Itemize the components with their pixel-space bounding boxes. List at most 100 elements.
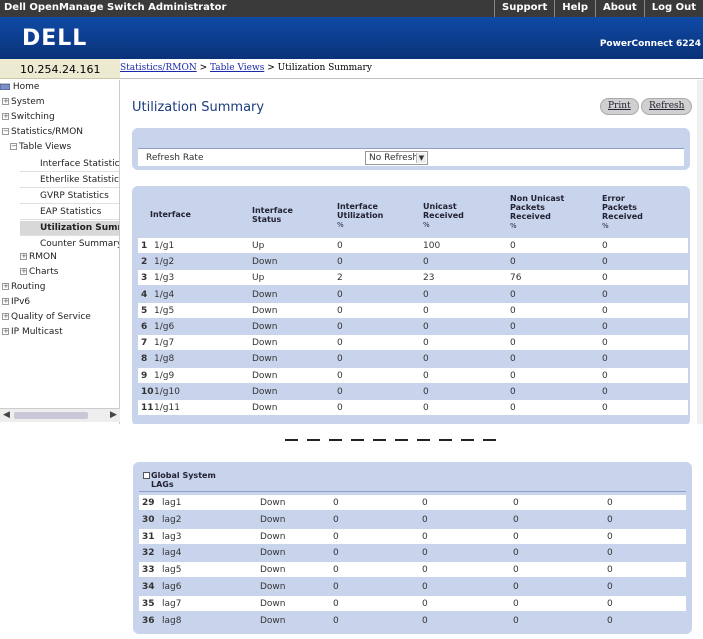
table-row[interactable]: 3 1/g3 Up 2 23 76 0 (138, 270, 688, 286)
sidebar-item-table-views[interactable]: − Table Views (10, 142, 71, 152)
breadcrumb-current: Utilization Summary (277, 63, 372, 73)
cell-nonuni: 0 (510, 305, 516, 316)
breadcrumb-trail: Statistics/RMON > Table Views > Utilizat… (120, 63, 372, 73)
table-row[interactable]: 8 1/g8 Down 0 0 0 0 (138, 351, 688, 367)
cell-unicast: 0 (423, 403, 429, 413)
expand-icon[interactable]: + (2, 313, 9, 320)
cell-util: 0 (333, 615, 339, 626)
table-row[interactable]: 30 lag2 Down 0 0 0 0 (139, 511, 686, 527)
sidebar-item-ip-multicast[interactable]: + IP Multicast (2, 327, 63, 337)
cell-error: 0 (602, 305, 608, 316)
sidebar-item-label: Charts (29, 267, 59, 277)
sidebar-item-counter-summary[interactable]: Counter Summary (20, 237, 120, 251)
cell-status: Down (252, 386, 278, 397)
sidebar-item-label: Statistics/RMON (11, 127, 84, 137)
chevron-down-icon[interactable]: ▼ (416, 153, 426, 163)
cell-idx: 34 (142, 582, 155, 592)
cell-unicast: 0 (423, 257, 429, 268)
sidebar-item-switching[interactable]: + Switching (2, 112, 55, 122)
breadcrumb-table-views-link[interactable]: Table Views (210, 63, 264, 73)
table-row[interactable]: 2 1/g2 Down 0 0 0 0 (138, 254, 688, 270)
table-row[interactable]: 6 1/g6 Down 0 0 0 0 (138, 319, 688, 334)
table-row[interactable]: 35 lag7 Down 0 0 0 0 (139, 595, 686, 611)
expand-icon[interactable]: + (2, 328, 9, 335)
header-error-packets: Error Packets Received% (602, 194, 643, 230)
logout-link[interactable]: Log Out (643, 0, 703, 17)
collapse-icon[interactable]: − (10, 143, 17, 150)
omitted-rows-separator (285, 439, 496, 441)
global-system-checkbox[interactable] (143, 472, 150, 479)
table-row[interactable]: 31 lag3 Down 0 0 0 0 (139, 528, 686, 544)
refresh-rate-panel: Refresh Rate No Refresh ▼ (132, 128, 690, 170)
table-row[interactable]: 11 1/g11 Down 0 0 0 0 (138, 400, 688, 415)
table-row[interactable]: 10 1/g10 Down 0 0 0 0 (138, 383, 688, 399)
cell-iface: lag2 (162, 514, 182, 525)
cell-util: 0 (337, 257, 343, 268)
cell-error: 0 (607, 548, 613, 559)
cell-error: 0 (602, 354, 608, 365)
about-link[interactable]: About (595, 0, 644, 17)
cell-idx: 11 (141, 403, 154, 413)
table-row[interactable]: 32 lag4 Down 0 0 0 0 (139, 545, 686, 561)
sidebar-item-utilization-summary[interactable]: Utilization Summa (20, 221, 119, 236)
scrollbar-thumb[interactable] (14, 412, 88, 419)
table-row[interactable]: 9 1/g9 Down 0 0 0 0 (138, 367, 688, 383)
sidebar-item-rmon[interactable]: + RMON (20, 252, 57, 262)
sidebar-horizontal-scrollbar[interactable]: ◀ ▶ (0, 408, 120, 422)
refresh-rate-label: Refresh Rate (146, 153, 204, 163)
main-vertical-scrollbar[interactable] (697, 80, 703, 424)
cell-iface: 1/g6 (154, 322, 175, 332)
sidebar-item-interface-statistics[interactable]: Interface Statistics (20, 157, 119, 172)
table-row[interactable]: 4 1/g4 Down 0 0 0 0 (138, 286, 688, 302)
expand-icon[interactable]: + (20, 268, 27, 275)
sidebar-item-ipv6[interactable]: + IPv6 (2, 297, 30, 307)
scroll-left-icon[interactable]: ◀ (3, 410, 10, 420)
cell-status: Down (260, 514, 286, 525)
table-row[interactable]: 5 1/g5 Down 0 0 0 0 (138, 302, 688, 318)
sidebar-item-routing[interactable]: + Routing (2, 282, 46, 292)
refresh-rate-select[interactable]: No Refresh ▼ (365, 151, 428, 165)
top-links: Support Help About Log Out (494, 0, 703, 17)
cell-status: Up (252, 273, 265, 284)
sidebar-item-home[interactable]: Home (0, 82, 39, 92)
expand-icon[interactable]: + (2, 283, 9, 290)
table-row[interactable]: 34 lag6 Down 0 0 0 0 (139, 579, 686, 594)
help-link[interactable]: Help (554, 0, 595, 17)
scroll-right-icon[interactable]: ▶ (110, 410, 117, 420)
cell-nonuni: 0 (513, 582, 519, 592)
table-row[interactable]: 7 1/g7 Down 0 0 0 0 (138, 335, 688, 351)
sidebar-item-gvrp-statistics[interactable]: GVRP Statistics (20, 189, 119, 204)
cell-error: 0 (602, 273, 608, 284)
cell-status: Down (252, 289, 278, 300)
collapse-icon[interactable]: − (2, 128, 9, 135)
sidebar-item-eap-statistics[interactable]: EAP Statistics (20, 205, 119, 220)
cell-error: 0 (607, 498, 613, 508)
table-row[interactable]: 33 lag5 Down 0 0 0 0 (139, 562, 686, 578)
refresh-button[interactable]: Refresh (641, 98, 693, 115)
lag-table-header: Global System LAGs (143, 471, 216, 489)
expand-icon[interactable]: + (2, 298, 9, 305)
sidebar-item-system[interactable]: + System (2, 97, 45, 107)
table-row[interactable]: 29 lag1 Down 0 0 0 0 (139, 495, 686, 510)
sidebar-item-etherlike-statistics[interactable]: Etherlike Statistics (20, 173, 119, 188)
expand-icon[interactable]: + (2, 113, 9, 120)
cell-nonuni: 0 (510, 289, 516, 300)
cell-nonuni: 0 (513, 531, 519, 542)
sidebar-item-label: Routing (11, 282, 46, 292)
ip-address: 10.254.24.161 (20, 63, 101, 76)
cell-status: Down (252, 305, 278, 316)
cell-util: 0 (337, 386, 343, 397)
sidebar-item-charts[interactable]: + Charts (20, 267, 58, 277)
print-button[interactable]: Print (600, 98, 639, 115)
breadcrumb-statistics-link[interactable]: Statistics/RMON (120, 63, 197, 73)
expand-icon[interactable]: + (20, 253, 27, 260)
cell-unicast: 0 (423, 370, 429, 381)
cell-unicast: 0 (422, 615, 428, 626)
expand-icon[interactable]: + (2, 98, 9, 105)
sidebar-item-statistics[interactable]: − Statistics/RMON (2, 127, 83, 137)
sidebar-item-qos[interactable]: + Quality of Service (2, 312, 91, 322)
table-row[interactable]: 36 lag8 Down 0 0 0 0 (139, 612, 686, 628)
support-link[interactable]: Support (494, 0, 554, 17)
table-row[interactable]: 1 1/g1 Up 0 100 0 0 (138, 238, 688, 253)
sidebar-item-label: Counter Summary (40, 239, 120, 249)
